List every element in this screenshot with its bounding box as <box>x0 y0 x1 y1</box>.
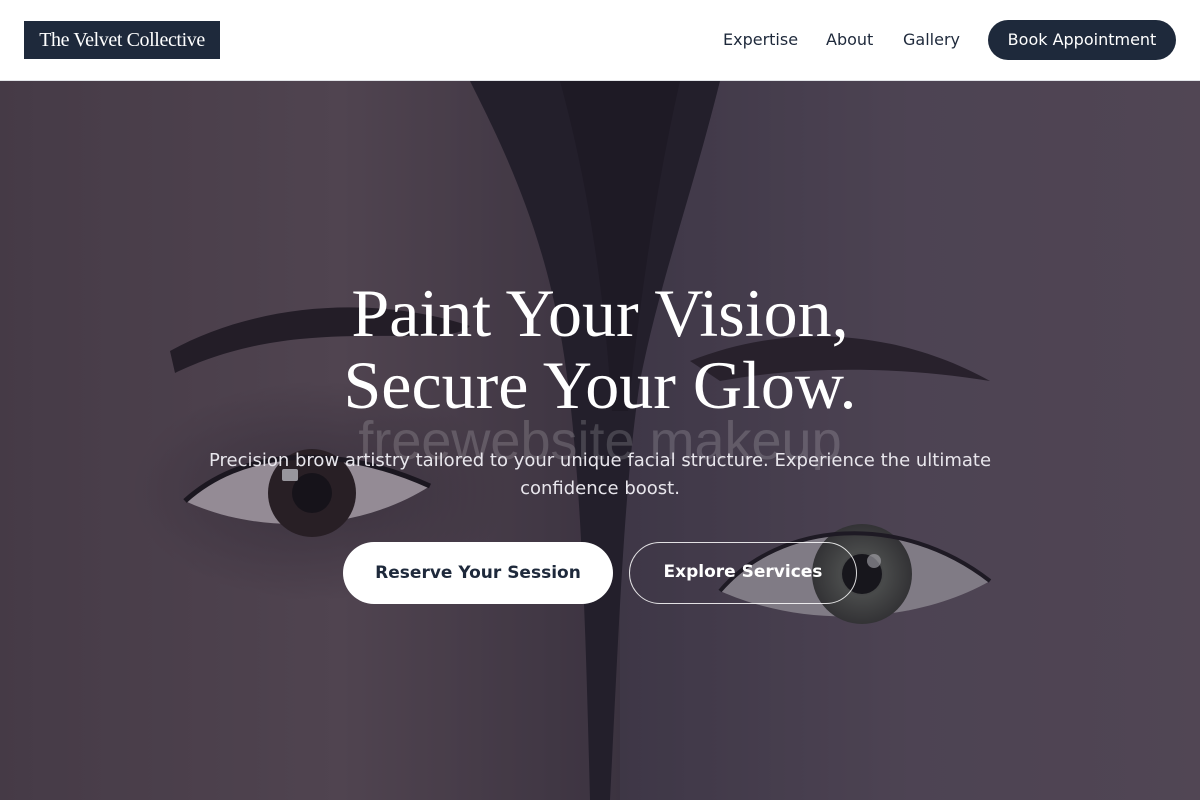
explore-services-button[interactable]: Explore Services <box>629 542 857 604</box>
book-appointment-button[interactable]: Book Appointment <box>988 20 1176 60</box>
nav-link-about[interactable]: About <box>826 29 873 51</box>
nav-link-expertise[interactable]: Expertise <box>723 29 798 51</box>
hero-headline: Paint Your Vision, Secure Your Glow. <box>0 277 1200 421</box>
hero-subtitle: Precision brow artistry tailored to your… <box>208 450 992 499</box>
brand-logo[interactable]: The Velvet Collective <box>24 21 220 59</box>
reserve-session-button[interactable]: Reserve Your Session <box>343 542 613 604</box>
nav-link-gallery[interactable]: Gallery <box>903 29 960 51</box>
hero-headline-line-1: Paint Your Vision, <box>351 275 849 351</box>
hero-section: Paint Your Vision, Secure Your Glow. fre… <box>0 81 1200 800</box>
site-header: The Velvet Collective Expertise About Ga… <box>0 0 1200 81</box>
